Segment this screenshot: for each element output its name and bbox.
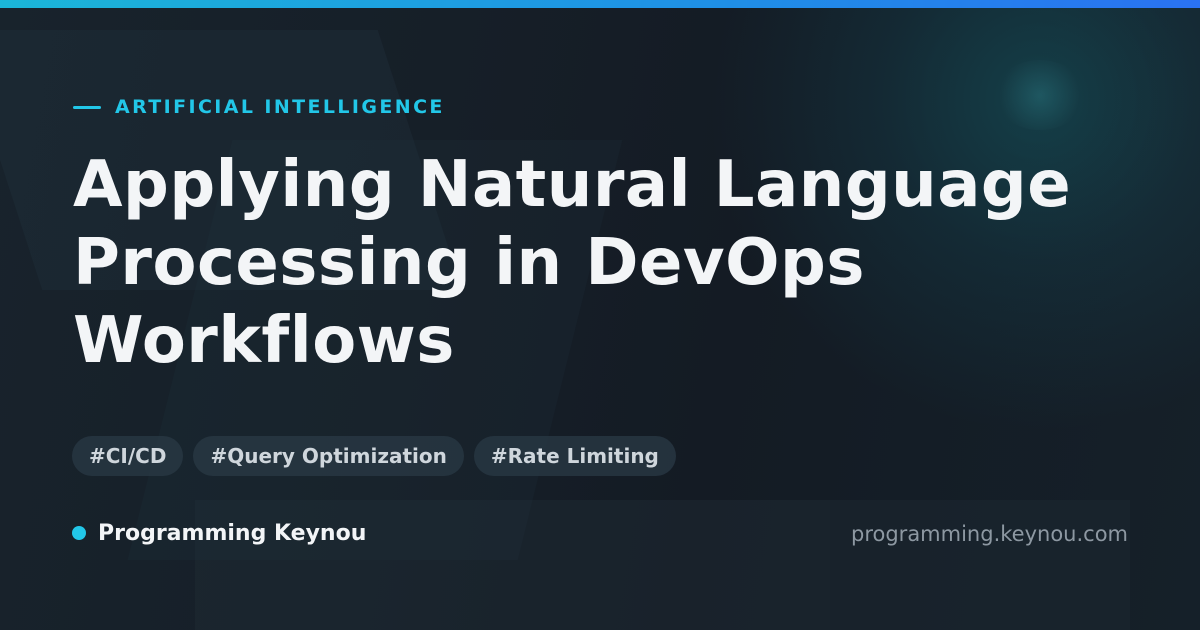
brand-name: Programming Keynou xyxy=(98,520,367,546)
tag-list: #CI/CD #Query Optimization #Rate Limitin… xyxy=(72,436,676,476)
brand-dot-icon xyxy=(72,526,86,540)
article-title-line: Processing in DevOps xyxy=(73,226,865,300)
category-accent-line xyxy=(73,105,101,109)
brand: Programming Keynou xyxy=(72,518,366,548)
tag-rate-limiting[interactable]: #Rate Limiting xyxy=(473,436,676,476)
article-card: ARTIFICIAL INTELLIGENCE Applying Natural… xyxy=(0,0,1200,630)
accent-top-bar xyxy=(0,0,1200,8)
tag-ci-cd[interactable]: #CI/CD xyxy=(72,436,184,476)
article-title-line: Workflows xyxy=(73,304,455,378)
tag-query-optimization[interactable]: #Query Optimization xyxy=(193,436,464,476)
background-glow xyxy=(995,60,1085,130)
article-title-line: Applying Natural Language xyxy=(73,148,1072,222)
site-url: programming.keynou.com xyxy=(851,522,1128,546)
category-label-group: ARTIFICIAL INTELLIGENCE xyxy=(73,95,445,119)
article-title: Applying Natural Language Processing in … xyxy=(73,146,1163,380)
category-label: ARTIFICIAL INTELLIGENCE xyxy=(115,96,445,118)
